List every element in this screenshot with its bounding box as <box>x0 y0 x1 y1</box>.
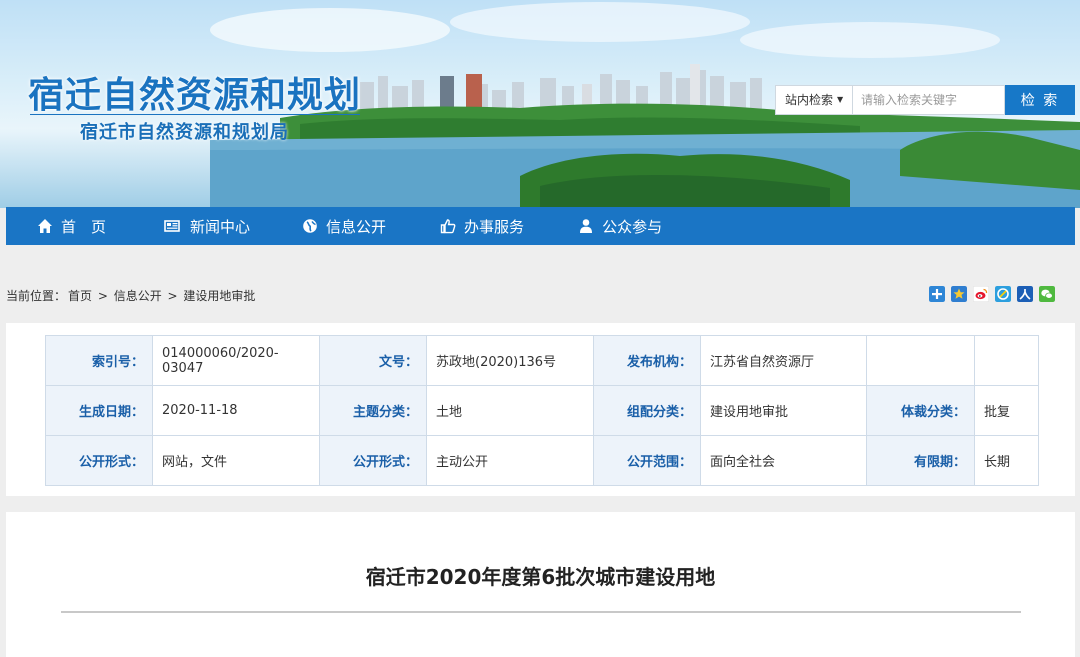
globe-icon <box>303 219 317 233</box>
breadcrumb-separator: > <box>94 289 112 303</box>
breadcrumb-item-current[interactable]: 建设用地审批 <box>183 289 255 303</box>
nav-item-services[interactable]: 办事服务 <box>440 207 524 245</box>
meta-key-index: 索引号： <box>45 335 153 386</box>
home-icon <box>38 219 52 233</box>
site-title: 宿迁自然资源和规划 <box>28 75 362 116</box>
meta-value-disclosure-mode: 主动公开 <box>426 435 594 486</box>
nav-item-participation[interactable]: 公众参与 <box>578 207 662 245</box>
meta-key-publisher: 发布机构： <box>593 335 701 386</box>
main-nav: 首 页 新闻中心 信息公开 办事服务 公众参与 <box>6 207 1075 245</box>
table-row: 索引号： 014000060/2020-03047 文号： 苏政地(2020)1… <box>45 335 1039 386</box>
meta-value-validity: 长期 <box>974 435 1039 486</box>
caret-down-icon: ▼ <box>837 95 844 104</box>
wechat-icon[interactable] <box>1039 286 1055 302</box>
meta-key-validity: 有限期： <box>866 435 975 486</box>
title-divider <box>61 611 1021 613</box>
meta-key-disclosure-form: 公开形式： <box>45 435 153 486</box>
site-search: 站内检索 ▼ 检 索 <box>775 85 1075 115</box>
table-row: 生成日期： 2020-11-18 主题分类： 土地 组配分类： 建设用地审批 体… <box>45 385 1039 436</box>
nav-item-label: 首 页 <box>61 217 107 236</box>
nav-item-label: 公众参与 <box>602 217 663 236</box>
search-scope-select[interactable]: 站内检索 ▼ <box>775 85 853 115</box>
nav-item-news[interactable]: 新闻中心 <box>162 207 250 245</box>
meta-value-genre: 批复 <box>974 385 1039 436</box>
nav-item-label: 信息公开 <box>326 217 387 236</box>
qzone-icon[interactable] <box>995 286 1011 302</box>
nav-item-home[interactable]: 首 页 <box>37 207 106 245</box>
meta-key-genre: 体裁分类： <box>866 385 975 436</box>
meta-key-doc-number: 文号： <box>319 335 427 386</box>
meta-value-scope: 面向全社会 <box>700 435 867 486</box>
breadcrumb-item-info[interactable]: 信息公开 <box>114 289 162 303</box>
header-banner: 宿迁自然资源和规划 宿迁市自然资源和规划局 站内检索 ▼ 检 索 <box>0 0 1080 208</box>
meta-key-scope: 公开范围： <box>593 435 701 486</box>
weibo-icon[interactable] <box>973 286 989 302</box>
newspaper-icon <box>164 220 180 232</box>
meta-value-doc-number: 苏政地(2020)136号 <box>426 335 594 386</box>
meta-key-category: 组配分类： <box>593 385 701 436</box>
meta-value-index: 014000060/2020-03047 <box>152 335 320 386</box>
article-title: 宿迁市2020年度第6批次城市建设用地 <box>365 565 716 589</box>
table-row: 公开形式： 网站，文件 公开形式： 主动公开 公开范围： 面向全社会 有限期： … <box>45 435 1039 486</box>
article-content: 宿迁市2020年度第6批次城市建设用地 <box>6 512 1075 657</box>
share-toolbar <box>929 286 1055 302</box>
breadcrumb-separator: > <box>163 289 182 303</box>
breadcrumb-prefix: 当前位置： <box>6 289 67 303</box>
breadcrumb-item-home[interactable]: 首页 <box>68 289 92 303</box>
search-input[interactable] <box>853 85 1005 115</box>
meta-value-publisher: 江苏省自然资源厅 <box>700 335 867 386</box>
meta-empty-cell <box>974 335 1039 386</box>
title-divider <box>30 114 360 115</box>
nav-item-label: 新闻中心 <box>190 217 251 236</box>
document-metadata-panel: 索引号： 014000060/2020-03047 文号： 苏政地(2020)1… <box>6 323 1075 496</box>
meta-value-created-date: 2020-11-18 <box>152 385 320 436</box>
site-subtitle: 宿迁市自然资源和规划局 <box>80 122 289 143</box>
metadata-table: 索引号： 014000060/2020-03047 文号： 苏政地(2020)1… <box>45 335 1039 486</box>
meta-value-topic: 土地 <box>426 385 594 436</box>
nav-item-info[interactable]: 信息公开 <box>302 207 386 245</box>
meta-value-disclosure-form: 网站，文件 <box>152 435 320 486</box>
meta-key-topic: 主题分类： <box>319 385 427 436</box>
renren-icon[interactable] <box>1017 286 1033 302</box>
thumbs-up-icon <box>440 219 456 234</box>
user-icon <box>580 219 593 233</box>
nav-item-label: 办事服务 <box>464 217 525 236</box>
star-icon[interactable] <box>951 286 967 302</box>
search-button[interactable]: 检 索 <box>1005 85 1075 115</box>
meta-key-disclosure-mode: 公开形式： <box>319 435 427 486</box>
meta-key-created-date: 生成日期： <box>45 385 153 436</box>
breadcrumb: 当前位置： 首页 > 信息公开 > 建设用地审批 <box>6 287 257 304</box>
search-scope-label: 站内检索 <box>785 93 834 107</box>
add-icon[interactable] <box>929 286 945 302</box>
meta-value-category: 建设用地审批 <box>700 385 867 436</box>
meta-empty-cell <box>866 335 975 386</box>
